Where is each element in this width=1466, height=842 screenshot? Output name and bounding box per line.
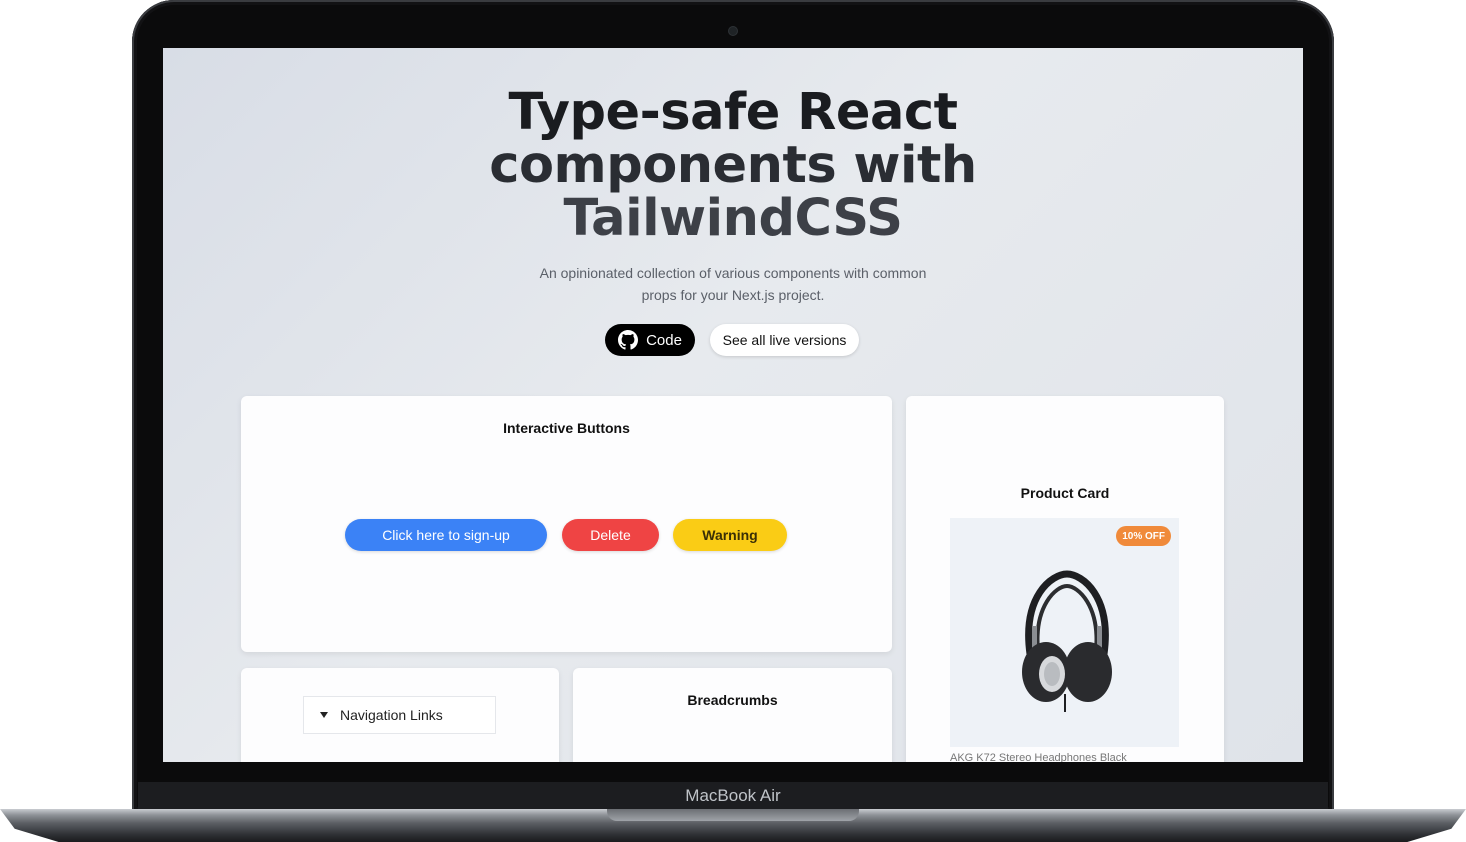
screen: Type-safe React components with Tailwind… [163, 48, 1303, 762]
navigation-links-toggle[interactable]: Navigation Links [303, 696, 496, 734]
delete-button[interactable]: Delete [562, 519, 659, 551]
breadcrumbs-card: Breadcrumbs [573, 668, 892, 762]
warning-button[interactable]: Warning [673, 519, 787, 551]
product-card: Product Card 10% OFF AKG K72 Stereo Head… [906, 396, 1224, 762]
hero-subtitle: An opinionated collection of various com… [539, 265, 927, 303]
product-image[interactable]: 10% OFF [950, 518, 1179, 747]
signup-button[interactable]: Click here to sign-up [345, 519, 547, 551]
interactive-buttons-card: Interactive Buttons Click here to sign-u… [241, 396, 892, 652]
discount-badge: 10% OFF [1116, 526, 1171, 546]
card-title: Breadcrumbs [687, 692, 778, 708]
hero-title-line: TailwindCSS [563, 189, 903, 248]
laptop-notch [607, 809, 859, 821]
card-title: Interactive Buttons [503, 420, 630, 436]
product-name[interactable]: AKG K72 Stereo Headphones Black [950, 752, 1190, 762]
hero-title-line: components with [489, 136, 977, 195]
camera [729, 27, 737, 35]
hero-title: Type-safe React components with Tailwind… [163, 86, 1303, 245]
code-button[interactable]: Code [605, 324, 695, 356]
hero-title-line: Type-safe React [508, 83, 958, 142]
card-title: Product Card [1020, 485, 1110, 501]
headphones-image [1022, 570, 1112, 712]
github-icon [618, 330, 639, 350]
caret-down-icon [320, 712, 328, 718]
live-versions-button[interactable]: See all live versions [710, 324, 859, 356]
navigation-card: Navigation Links [241, 668, 559, 762]
navigation-links-label: Navigation Links [340, 707, 443, 723]
model-label: MacBook Air [685, 786, 781, 805]
code-button-label: Code [646, 331, 682, 349]
